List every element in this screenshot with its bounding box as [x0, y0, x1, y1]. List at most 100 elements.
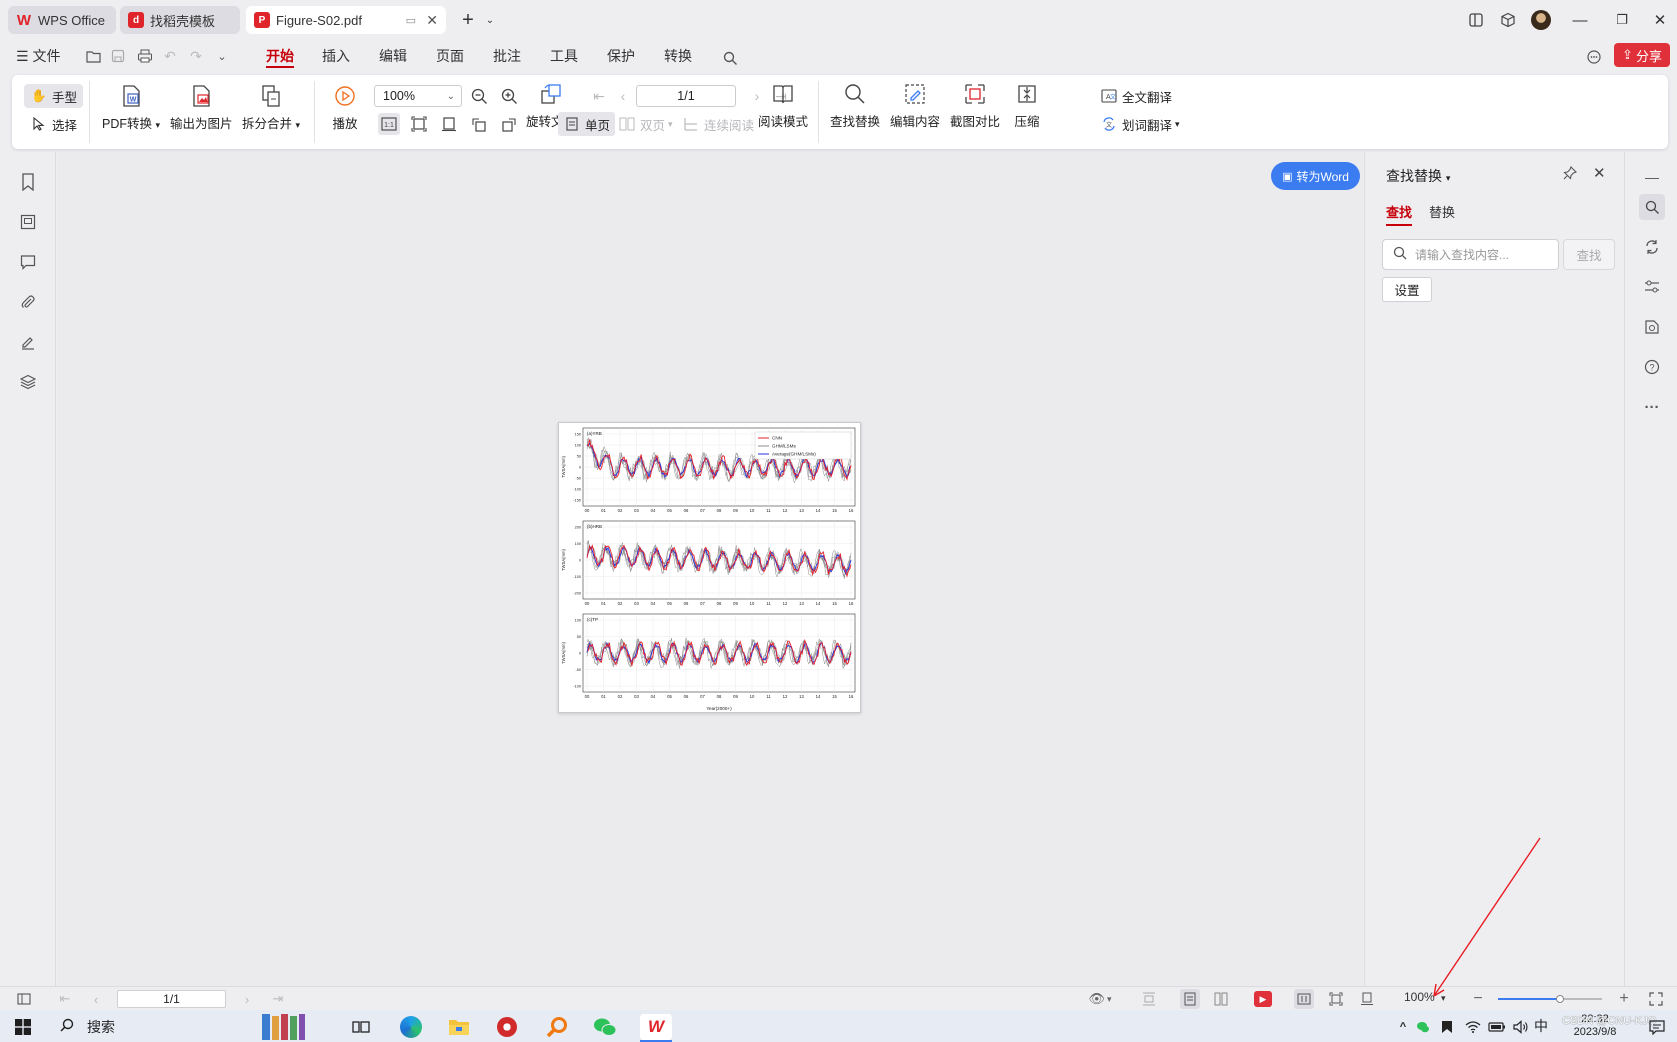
menu-protect[interactable]: 保护	[607, 46, 635, 68]
first-page-icon[interactable]: ⇤	[55, 989, 75, 1009]
book-search-icon[interactable]	[1639, 314, 1665, 340]
continuous-read-button[interactable]: 连续阅读	[682, 112, 754, 136]
settings-button[interactable]: 设置	[1382, 277, 1432, 302]
rotate-right-icon[interactable]	[498, 113, 520, 135]
wps-taskbar-icon[interactable]: W	[640, 1014, 672, 1040]
chevron-down-icon[interactable]: ⌄	[478, 8, 502, 32]
windows-start-icon[interactable]	[10, 1014, 36, 1040]
open-folder-icon[interactable]	[83, 46, 103, 66]
close-window-icon[interactable]: ✕	[1648, 8, 1672, 32]
single-page-button[interactable]: 单页	[558, 112, 616, 136]
fit-width-icon[interactable]	[1357, 989, 1377, 1009]
collapse-icon[interactable]: —	[1639, 164, 1665, 190]
split-merge-button[interactable]: 拆分合并 ▾	[242, 83, 300, 132]
more-quick-icon[interactable]: ⌄	[212, 46, 232, 66]
avatar[interactable]	[1529, 8, 1553, 32]
signature-icon[interactable]	[16, 330, 40, 354]
menu-insert[interactable]: 插入	[322, 46, 350, 68]
tray-bookmark-icon[interactable]	[1434, 1014, 1460, 1040]
find-button[interactable]: 查找	[1563, 239, 1615, 270]
convert-to-word-button[interactable]: ▣ 转为Word	[1271, 162, 1360, 190]
pin-icon[interactable]	[1563, 166, 1577, 183]
menu-tools[interactable]: 工具	[550, 46, 578, 68]
fit-page-icon[interactable]	[408, 113, 430, 135]
fit-page-icon[interactable]	[1326, 989, 1346, 1009]
taskbar-search[interactable]: 搜索	[50, 1014, 335, 1040]
double-page-button[interactable]: 双页 ▾	[618, 112, 673, 136]
ime-indicator[interactable]: 中	[1534, 1016, 1548, 1036]
search-icon[interactable]	[720, 48, 740, 68]
share-button[interactable]: ⇪ 分享	[1614, 43, 1670, 67]
actual-size-icon[interactable]: 1:1	[378, 113, 400, 135]
restore-icon[interactable]: ❐	[1610, 8, 1634, 32]
new-tab-icon[interactable]: +	[456, 8, 480, 32]
notification-icon[interactable]	[1644, 1014, 1670, 1040]
zoom-in-icon[interactable]: +	[1614, 989, 1634, 1009]
menu-page[interactable]: 页面	[436, 46, 464, 68]
thumbnail-icon[interactable]	[16, 210, 40, 234]
wifi-icon[interactable]	[1460, 1014, 1486, 1040]
undo-icon[interactable]: ↶	[160, 46, 180, 66]
zoom-slider-thumb[interactable]	[1556, 995, 1565, 1003]
compress-button[interactable]: 压缩	[1014, 81, 1040, 130]
layout-icon[interactable]	[1464, 8, 1488, 32]
double-page-view-icon[interactable]	[1211, 989, 1231, 1009]
redo-icon[interactable]: ↷	[186, 46, 206, 66]
file-menu[interactable]: ☰ 文件	[16, 46, 60, 68]
monitor-icon[interactable]: ▭	[406, 14, 416, 27]
tab-docer[interactable]: d 找稻壳模板	[120, 6, 240, 34]
menu-comment[interactable]: 批注	[493, 46, 521, 68]
zoom-out-icon[interactable]	[468, 85, 490, 107]
task-view-icon[interactable]	[348, 1014, 374, 1040]
edit-content-button[interactable]: 编辑内容	[890, 81, 940, 130]
tray-wechat-icon[interactable]	[1410, 1014, 1436, 1040]
last-page-icon[interactable]: ⇥	[268, 989, 288, 1009]
prev-page-icon[interactable]: ‹	[612, 85, 634, 107]
close-tab-icon[interactable]: ✕	[426, 12, 438, 29]
pdf-convert-button[interactable]: W PDF转换 ▾	[102, 83, 160, 132]
tab-figure-pdf[interactable]: P Figure-S02.pdf ▭ ✕	[246, 6, 446, 34]
word-translate-button[interactable]: 文 划词翻译 ▾	[1100, 112, 1180, 136]
page-number-input[interactable]: 1/1	[636, 85, 736, 107]
search-input[interactable]: 请输入查找内容...	[1382, 239, 1559, 270]
chat-icon[interactable]	[1584, 47, 1604, 67]
first-page-icon[interactable]: ⇤	[588, 85, 610, 107]
play-button[interactable]: 播放	[332, 83, 358, 132]
adjust-icon[interactable]	[1639, 274, 1665, 300]
export-image-button[interactable]: 输出为图片	[170, 83, 233, 132]
magnifier-app-icon[interactable]	[544, 1014, 570, 1040]
rotate-left-icon[interactable]	[468, 113, 490, 135]
menu-edit[interactable]: 编辑	[379, 46, 407, 68]
battery-icon[interactable]	[1484, 1014, 1510, 1040]
cube-icon[interactable]	[1496, 8, 1520, 32]
comment-icon[interactable]	[16, 250, 40, 274]
help-icon[interactable]: ?	[1639, 354, 1665, 380]
save-icon[interactable]	[108, 46, 128, 66]
print-icon[interactable]	[135, 46, 155, 66]
zoom-in-icon[interactable]	[498, 85, 520, 107]
find-replace-button[interactable]: 查找替换	[830, 81, 880, 130]
screenshot-compare-button[interactable]: 截图对比	[950, 81, 1000, 130]
sidebar-toggle-icon[interactable]	[14, 989, 34, 1009]
file-explorer-icon[interactable]	[446, 1014, 472, 1040]
fit-width-icon[interactable]	[438, 113, 460, 135]
bookmark-icon[interactable]	[16, 170, 40, 194]
fullscreen-icon[interactable]	[1646, 989, 1666, 1009]
play-slideshow-icon[interactable]: ▶	[1253, 989, 1273, 1009]
close-panel-icon[interactable]: ✕	[1593, 164, 1606, 182]
minimize-icon[interactable]: —	[1568, 8, 1592, 32]
prev-page-icon[interactable]: ‹	[86, 989, 106, 1009]
actual-size-icon[interactable]	[1294, 989, 1314, 1009]
menu-start[interactable]: 开始	[266, 46, 294, 68]
next-page-icon[interactable]: ›	[237, 989, 257, 1009]
tab-wps-office[interactable]: W WPS Office	[8, 6, 116, 34]
layers-icon[interactable]	[16, 370, 40, 394]
search-panel-icon[interactable]	[1639, 194, 1665, 220]
zoom-select[interactable]: 100% ⌄	[374, 85, 462, 107]
fit-height-icon[interactable]	[1139, 989, 1159, 1009]
hand-tool-button[interactable]: ✋ 手型	[24, 84, 84, 108]
eye-icon[interactable]: 👁︎ ▾	[1084, 989, 1116, 1009]
more-icon[interactable]: ···	[1639, 394, 1665, 420]
attachment-icon[interactable]	[16, 290, 40, 314]
menu-convert[interactable]: 转换	[664, 46, 692, 68]
